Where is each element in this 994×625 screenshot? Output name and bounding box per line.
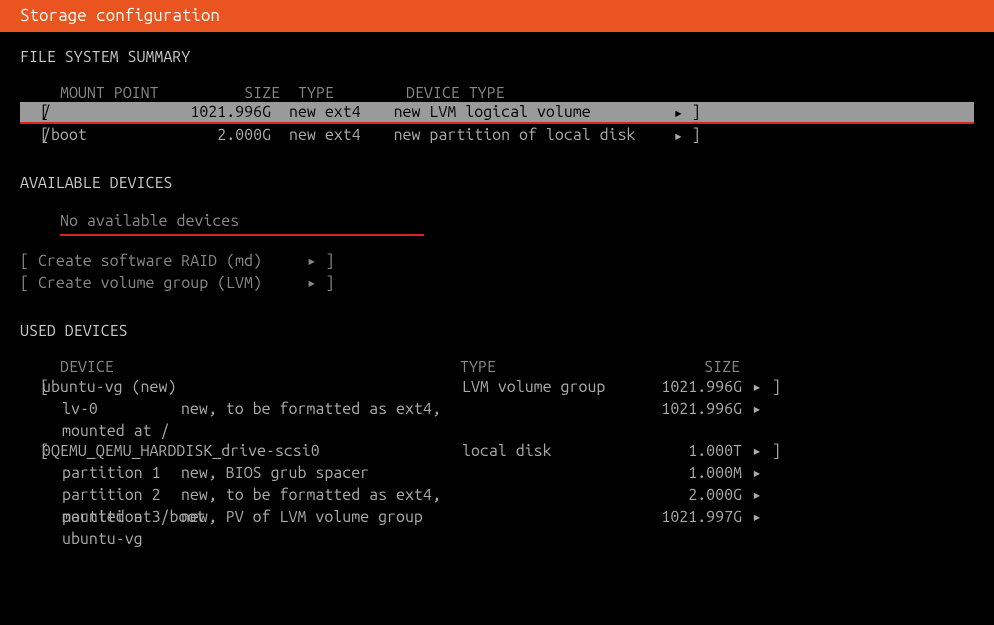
fs-row-root[interactable]: [ / 1021.996G new ext4 new LVM logical v… [20, 102, 974, 124]
fs-mount: /boot [42, 126, 184, 144]
col-device-type: DEVICE TYPE [406, 84, 505, 102]
child-size: 1.000M [632, 462, 742, 484]
fs-dtype: new partition of local disk [394, 126, 674, 144]
fs-type: new ext4 [289, 126, 376, 144]
child-size: 1021.996G [632, 398, 742, 420]
col-type: TYPE [460, 358, 630, 376]
col-size: SIZE [190, 84, 280, 102]
chevron-right-icon: ▸ [307, 274, 317, 292]
bracket-left-icon: [ [20, 126, 42, 144]
bracket-right-icon: ] [683, 126, 704, 144]
child-type [462, 484, 632, 506]
used-devices-heading: USED DEVICES [20, 322, 974, 340]
chevron-right-icon: ▸ [742, 506, 772, 528]
used-device-partition3[interactable]: partition 3 new, PV of LVM volume group … [20, 506, 974, 528]
no-available-devices: No available devices [60, 210, 424, 236]
child-type [462, 462, 632, 484]
child-desc: new, BIOS grub spacer [181, 464, 369, 482]
used-device-ubuntu-vg[interactable]: [ ubuntu-vg (new) LVM volume group 1021.… [20, 376, 974, 398]
chevron-right-icon: ▸ [742, 484, 772, 506]
fs-summary-heading: FILE SYSTEM SUMMARY [20, 48, 974, 66]
fs-size: 2.000G [184, 126, 271, 144]
bracket-right-icon: ] [683, 103, 704, 121]
fs-dtype: new LVM logical volume [394, 103, 674, 121]
chevron-right-icon: ▸ [307, 252, 317, 270]
chevron-right-icon: ▸ [742, 440, 772, 462]
main-content: FILE SYSTEM SUMMARY MOUNT POINT SIZE TYP… [0, 32, 994, 544]
create-lvm-button[interactable]: [ Create volume group (LVM) ▸ ] [20, 272, 974, 294]
chevron-right-icon: ▸ [674, 126, 684, 145]
fs-summary-table: MOUNT POINT SIZE TYPE DEVICE TYPE [ / 10… [20, 84, 974, 146]
child-name: partition 2 [62, 484, 172, 506]
used-device-partition2[interactable]: partition 2 new, to be formatted as ext4… [20, 484, 974, 506]
fs-mount: / [42, 103, 184, 121]
device-size: 1021.996G [632, 376, 742, 398]
create-raid-button[interactable]: [ Create software RAID (md) ▸ ] [20, 250, 974, 272]
bracket-right-icon: ] [772, 440, 794, 462]
child-name: partition 3 [62, 506, 172, 528]
col-type: TYPE [298, 84, 388, 102]
bracket-right-icon: ] [326, 252, 335, 270]
bracket-left-icon: [ [20, 274, 29, 292]
device-type: local disk [462, 440, 632, 462]
device-name: ubuntu-vg (new) [42, 376, 462, 398]
chevron-right-icon: ▸ [742, 462, 772, 484]
bracket-right-icon: ] [772, 376, 794, 398]
device-name: 0QEMU_QEMU_HARDDISK_drive-scsi0 [42, 440, 462, 462]
bracket-left-icon: [ [20, 440, 42, 462]
used-device-partition1[interactable]: partition 1 new, BIOS grub spacer 1.000M… [20, 462, 974, 484]
fs-size: 1021.996G [184, 103, 271, 121]
fs-summary-header-row: MOUNT POINT SIZE TYPE DEVICE TYPE [20, 84, 974, 102]
bracket-right-icon: ] [326, 274, 335, 292]
page-title: Storage configuration [20, 6, 220, 25]
child-size: 1021.997G [632, 506, 742, 528]
child-size: 2.000G [632, 484, 742, 506]
chevron-right-icon: ▸ [742, 376, 772, 398]
used-device-lv0[interactable]: lv-0 new, to be formatted as ext4, mount… [20, 398, 974, 420]
device-size: 1.000T [632, 440, 742, 462]
col-mount-point: MOUNT POINT [60, 84, 190, 102]
title-bar: Storage configuration [0, 0, 994, 32]
bracket-left-icon: [ [20, 376, 42, 398]
child-name: lv-0 [62, 398, 172, 420]
used-device-qemu-disk[interactable]: [ 0QEMU_QEMU_HARDDISK_drive-scsi0 local … [20, 440, 974, 462]
bracket-left-icon: [ [20, 252, 29, 270]
used-devices-header-row: DEVICE TYPE SIZE [20, 358, 974, 376]
child-type [462, 506, 632, 528]
create-raid-label: Create software RAID (md) [38, 250, 298, 272]
create-lvm-label: Create volume group (LVM) [38, 272, 298, 294]
chevron-right-icon: ▸ [674, 103, 684, 122]
available-devices-heading: AVAILABLE DEVICES [20, 174, 974, 192]
device-type: LVM volume group [462, 376, 632, 398]
col-device: DEVICE [60, 358, 460, 376]
fs-row-boot[interactable]: [ /boot 2.000G new ext4 new partition of… [20, 124, 974, 146]
chevron-right-icon: ▸ [742, 398, 772, 420]
bracket-left-icon: [ [20, 103, 42, 121]
child-name: partition 1 [62, 462, 172, 484]
fs-type: new ext4 [289, 103, 376, 121]
col-size: SIZE [630, 358, 740, 376]
child-type [462, 398, 632, 420]
